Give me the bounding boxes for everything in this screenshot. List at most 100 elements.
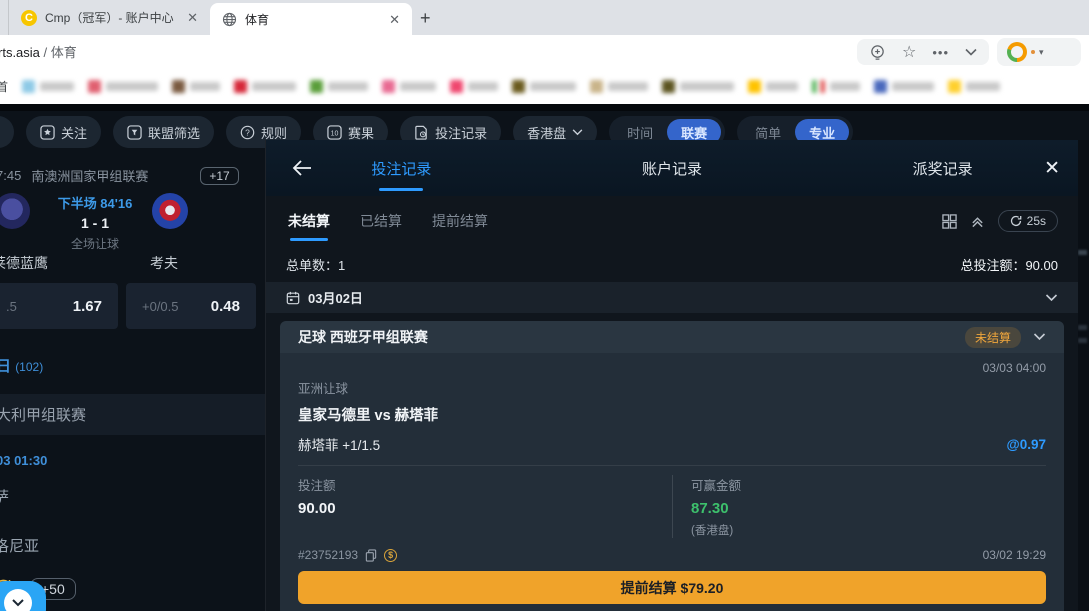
match-score: 1 - 1 [40, 212, 150, 231]
bookmark-item[interactable] [310, 80, 368, 93]
bookmark-item[interactable] [88, 80, 158, 93]
calendar-icon [286, 291, 300, 305]
handicap-value: +0/0.5 [142, 299, 179, 314]
document-clock-icon [414, 125, 429, 140]
win-value: 87.30 [691, 500, 1046, 517]
match-list: 7:45 南澳洲国家甲组联赛 +17 下半场 84'16 1 - 1 全场让球 … [0, 152, 280, 611]
bet-selection: 赫塔菲 +1/1.5 [298, 434, 380, 454]
cashout-button[interactable]: 提前结算 $79.20 [298, 571, 1046, 604]
star-square-icon [40, 125, 55, 140]
bookmark-item[interactable] [748, 80, 798, 93]
match-time: 7:45 [0, 168, 21, 183]
summary-row: 总单数：1 总投注额：90.00 [266, 246, 1078, 282]
tab1-favicon: C [21, 10, 37, 26]
match-header: 7:45 南澳洲国家甲组联赛 +17 [0, 152, 280, 185]
placed-time: 03/02 19:29 [983, 548, 1046, 562]
status-badge: 未结算 [965, 327, 1021, 348]
event-time: 03/03 04:00 [298, 353, 1046, 375]
copy-icon[interactable] [365, 549, 377, 562]
coin-icon[interactable]: $ [384, 549, 397, 562]
more-markets-badge[interactable]: +17 [200, 167, 238, 185]
chat-widget-button[interactable] [0, 581, 46, 611]
chevron-down-icon[interactable] [1045, 294, 1058, 302]
bookmark-item[interactable] [662, 80, 734, 93]
close-icon[interactable]: ✕ [1044, 157, 1060, 180]
globe-icon [222, 12, 237, 27]
screen: C Cmp（冠军）- 账户中心 ✕ 体育 ✕ + rts.asia / 体育 ☆… [0, 0, 1089, 611]
tab-bet-records[interactable]: 投注记录 [266, 140, 537, 197]
chat-chevron-icon [4, 589, 32, 611]
browser-tab-account-center[interactable]: C Cmp（冠军）- 账户中心 ✕ [8, 0, 210, 35]
odds-book-label: (香港盘) [691, 522, 1046, 538]
total-orders: 总单数：1 [286, 255, 345, 274]
question-circle-icon: ? [240, 125, 255, 140]
league-section-header[interactable]: 大利甲组联赛 [0, 394, 282, 435]
status-tabs-row: 未结算 已结算 提前结算 25s [266, 196, 1078, 246]
win-label: 可赢金额 [691, 475, 1046, 494]
team-name-partial: 萨 [0, 486, 280, 507]
bookmark-item[interactable] [234, 80, 296, 93]
bookmark-item[interactable] [512, 80, 576, 93]
home-odds-button[interactable]: .5 1.67 [0, 283, 118, 329]
address-bar: rts.asia / 体育 ☆ ••• ▾ [0, 35, 1089, 68]
away-team-logo [152, 193, 188, 229]
bookmark-partial-label[interactable]: 首 [0, 78, 8, 95]
chevron-down-icon[interactable] [1033, 333, 1046, 341]
avatar-dot [1031, 50, 1035, 54]
tab-settled[interactable]: 已结算 [360, 197, 402, 245]
bet-records-modal: 投注记录 账户记录 派奖记录 ✕ 未结算 已结算 提前结算 25s [265, 140, 1078, 611]
nav-pill-partial[interactable] [0, 116, 14, 148]
date-group-header[interactable]: 03月02日 [266, 282, 1078, 313]
url-text[interactable]: rts.asia / 体育 [0, 42, 77, 61]
refresh-countdown: 25s [1027, 214, 1046, 228]
bet-card-header[interactable]: 足球 西班牙甲组联赛 未结算 [280, 321, 1064, 353]
today-section-label[interactable]: 日 (102) [0, 355, 280, 376]
reader-icon[interactable] [869, 44, 886, 61]
follow-label: 关注 [61, 123, 87, 142]
tab2-close-icon[interactable]: ✕ [387, 11, 402, 28]
stake-value: 90.00 [298, 500, 672, 517]
home-team-name: 莱德蓝鹰 [0, 253, 48, 273]
team-name-partial: 洛尼亚 [0, 535, 280, 556]
bookmark-item[interactable] [172, 80, 220, 93]
bookmark-item[interactable] [382, 80, 436, 93]
chevron-down-icon[interactable] [965, 48, 977, 56]
filter-icon [127, 125, 142, 140]
grid-view-icon[interactable] [942, 214, 957, 229]
collapse-all-icon[interactable] [971, 215, 984, 228]
tab-early-settle[interactable]: 提前结算 [432, 197, 488, 245]
away-odds-button[interactable]: +0/0.5 0.48 [126, 283, 256, 329]
bet-market: 亚洲让球 [298, 378, 1046, 397]
tab-payout-records[interactable]: 派奖记录 [807, 140, 1078, 197]
more-options-icon[interactable]: ••• [932, 45, 949, 60]
league-filter-button[interactable]: 联盟筛选 [113, 116, 214, 148]
handicap-value: .5 [6, 299, 17, 314]
refresh-button[interactable]: 25s [998, 210, 1058, 232]
match-period: 下半场 84'16 [40, 185, 150, 212]
match-league[interactable]: 南澳洲国家甲组联赛 [31, 166, 148, 185]
tab-account-records[interactable]: 账户记录 [537, 140, 808, 197]
away-team-name: 考夫 [150, 253, 178, 273]
bookmark-star-icon[interactable]: ☆ [902, 42, 916, 62]
home-team-logo [0, 193, 30, 229]
tab1-close-icon[interactable]: ✕ [185, 9, 200, 26]
bookmarks-bar: 首 [0, 68, 1089, 104]
svg-text:?: ? [245, 127, 250, 137]
modal-tabs: 投注记录 账户记录 派奖记录 [266, 140, 1078, 197]
profile-avatar[interactable]: ▾ [997, 38, 1081, 66]
bookmark-item[interactable] [590, 80, 648, 93]
bet-card: 足球 西班牙甲组联赛 未结算 03/03 04:00 亚洲让球 皇家马德里 vs… [280, 321, 1064, 611]
tab2-title: 体育 [245, 11, 379, 28]
follow-button[interactable]: 关注 [26, 116, 101, 148]
tab-unsettled[interactable]: 未结算 [288, 197, 330, 245]
bookmark-item[interactable] [812, 80, 860, 93]
bookmark-item[interactable] [874, 80, 934, 93]
bookmark-item[interactable] [450, 80, 498, 93]
match-score-block[interactable]: 下半场 84'16 1 - 1 全场让球 莱德蓝鹰 考夫 [0, 185, 280, 277]
today-count: (102) [15, 360, 43, 374]
bookmark-item[interactable] [948, 80, 1000, 93]
chevron-down-icon [572, 129, 583, 136]
new-tab-button[interactable]: + [420, 8, 431, 29]
bookmark-item[interactable] [22, 80, 74, 93]
browser-tab-sports[interactable]: 体育 ✕ [210, 3, 412, 35]
